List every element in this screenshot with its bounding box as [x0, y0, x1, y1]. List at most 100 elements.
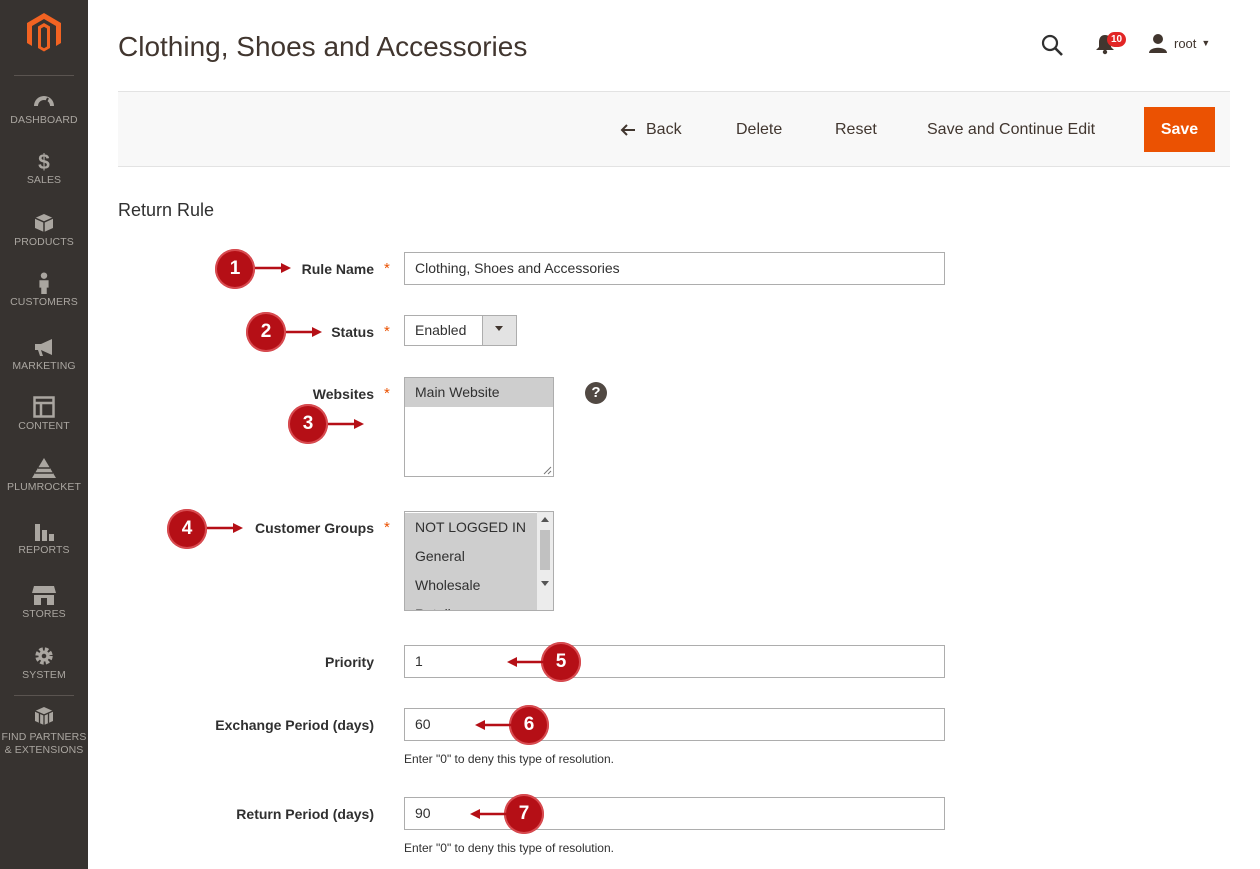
sidebar-item-label: PLUMROCKET: [7, 481, 81, 493]
section-title: Return Rule: [118, 200, 215, 220]
bar-chart-icon: [35, 524, 54, 541]
resize-grip-icon[interactable]: [543, 466, 552, 475]
priority-label: Priority: [324, 654, 374, 670]
notifications-count-badge[interactable]: 10: [1107, 32, 1127, 47]
sidebar-item-label: & EXTENSIONS: [4, 744, 84, 756]
arrow-right-icon: [207, 523, 243, 533]
sidebar-item-label: SYSTEM: [22, 669, 66, 681]
required-mark: *: [384, 260, 390, 277]
svg-text:$: $: [38, 151, 50, 172]
sidebar-divider: [14, 695, 74, 696]
reset-button[interactable]: Reset: [835, 120, 877, 140]
sidebar-item-label: PRODUCTS: [14, 236, 74, 248]
status-select[interactable]: Enabled: [404, 315, 517, 346]
sidebar-item-system[interactable]: SYSTEM: [0, 645, 88, 682]
arrow-right-icon: [286, 327, 322, 337]
back-button[interactable]: Back: [620, 120, 682, 140]
annotation-marker-4: 4: [167, 509, 207, 549]
sidebar-item-label: STORES: [22, 608, 66, 620]
user-name: root: [1174, 35, 1197, 51]
back-button-label: Back: [646, 121, 682, 138]
customer-group-option[interactable]: General: [405, 542, 553, 571]
save-button[interactable]: Save: [1144, 107, 1215, 152]
megaphone-icon: [35, 339, 52, 356]
annotation-marker-1: 1: [215, 249, 255, 289]
status-label: Status: [331, 324, 374, 340]
delete-button[interactable]: Delete: [736, 120, 782, 140]
dashboard-icon: [34, 96, 54, 107]
select-toggle[interactable]: [482, 316, 516, 345]
sidebar-item-find-partners[interactable]: FIND PARTNERS & EXTENSIONS: [0, 706, 88, 757]
exchange-period-label: Exchange Period (days): [215, 717, 374, 733]
required-mark: *: [384, 323, 390, 340]
websites-label: Websites: [312, 386, 374, 402]
search-icon[interactable]: [1040, 33, 1064, 57]
scrollbar[interactable]: [537, 512, 553, 610]
user-menu[interactable]: root ▼: [1148, 32, 1210, 54]
sidebar-item-marketing[interactable]: MARKETING: [0, 336, 88, 373]
storefront-icon: [32, 586, 56, 605]
scrollbar-thumb[interactable]: [540, 530, 550, 570]
customer-group-option[interactable]: Wholesale: [405, 571, 553, 600]
sidebar-item-sales[interactable]: $ SALES: [0, 150, 88, 187]
sidebar-item-customers[interactable]: CUSTOMERS: [0, 272, 88, 309]
page-title: Clothing, Shoes and Accessories: [118, 31, 528, 62]
sidebar-item-content[interactable]: CONTENT: [0, 396, 88, 433]
gear-icon: [35, 647, 53, 665]
priority-input[interactable]: 1: [404, 645, 945, 678]
sidebar-item-reports[interactable]: REPORTS: [0, 520, 88, 557]
sidebar-item-plumrocket[interactable]: PLUMROCKET: [0, 457, 88, 494]
sidebar-divider: [14, 75, 74, 76]
sidebar-item-label: FIND PARTNERS: [1, 731, 87, 743]
box-icon: [34, 214, 54, 232]
arrow-left-icon: [475, 720, 511, 730]
annotation-marker-2: 2: [246, 312, 286, 352]
arrow-right-icon: [328, 419, 364, 429]
customer-group-option[interactable]: Retailer: [405, 600, 553, 610]
annotation-marker-3: 3: [288, 404, 328, 444]
return-period-note: Enter "0" to deny this type of resolutio…: [404, 841, 614, 855]
annotation-marker-5: 5: [541, 642, 581, 682]
page-actions-toolbar: Back Delete Reset Save and Continue Edit…: [118, 91, 1230, 167]
sidebar-item-label: SALES: [26, 174, 62, 186]
websites-option[interactable]: Main Website: [405, 378, 553, 407]
sidebar-item-label: CONTENT: [18, 420, 70, 432]
sidebar-item-label: REPORTS: [18, 544, 70, 556]
sidebar-item-dashboard[interactable]: DASHBOARD: [0, 90, 88, 127]
scroll-up-icon[interactable]: [541, 517, 549, 522]
exchange-period-note: Enter "0" to deny this type of resolutio…: [404, 752, 614, 766]
dollar-icon: $: [38, 151, 50, 172]
rule-name-input[interactable]: Clothing, Shoes and Accessories: [404, 252, 945, 285]
sidebar-item-products[interactable]: PRODUCTS: [0, 212, 88, 249]
scroll-down-icon[interactable]: [541, 581, 549, 586]
sidebar-item-label: DASHBOARD: [10, 114, 78, 126]
sidebar-item-stores[interactable]: STORES: [0, 584, 88, 621]
magento-logo-icon[interactable]: [22, 10, 66, 54]
chevron-down-icon: ▼: [1201, 38, 1211, 48]
cubes-icon: [34, 707, 54, 725]
help-icon[interactable]: ?: [585, 382, 607, 404]
arrow-left-icon: [620, 124, 635, 136]
customer-groups-multiselect[interactable]: NOT LOGGED IN General Wholesale Retailer: [404, 511, 554, 611]
pyramid-icon: [32, 458, 56, 478]
return-period-label: Return Period (days): [236, 806, 374, 822]
annotation-marker-7: 7: [504, 794, 544, 834]
user-icon: [1149, 34, 1167, 53]
required-mark: *: [384, 519, 390, 536]
chevron-down-icon: [495, 326, 503, 331]
annotation-marker-6: 6: [509, 705, 549, 745]
required-mark: *: [384, 385, 390, 402]
arrow-left-icon: [470, 809, 506, 819]
sidebar-item-label: MARKETING: [12, 360, 76, 372]
person-icon: [39, 272, 49, 294]
status-select-value: Enabled: [415, 322, 467, 338]
customer-groups-label: Customer Groups: [254, 520, 374, 536]
customer-group-option[interactable]: NOT LOGGED IN: [405, 513, 553, 542]
websites-multiselect[interactable]: Main Website: [404, 377, 554, 477]
save-and-continue-button[interactable]: Save and Continue Edit: [927, 120, 1095, 140]
arrow-right-icon: [255, 263, 291, 273]
layout-icon: [33, 396, 55, 418]
sidebar-item-label: CUSTOMERS: [10, 296, 78, 308]
sidebar: DASHBOARD $ SALES PRODUCTS CUSTOMERS MAR…: [0, 0, 88, 869]
arrow-left-icon: [507, 657, 543, 667]
